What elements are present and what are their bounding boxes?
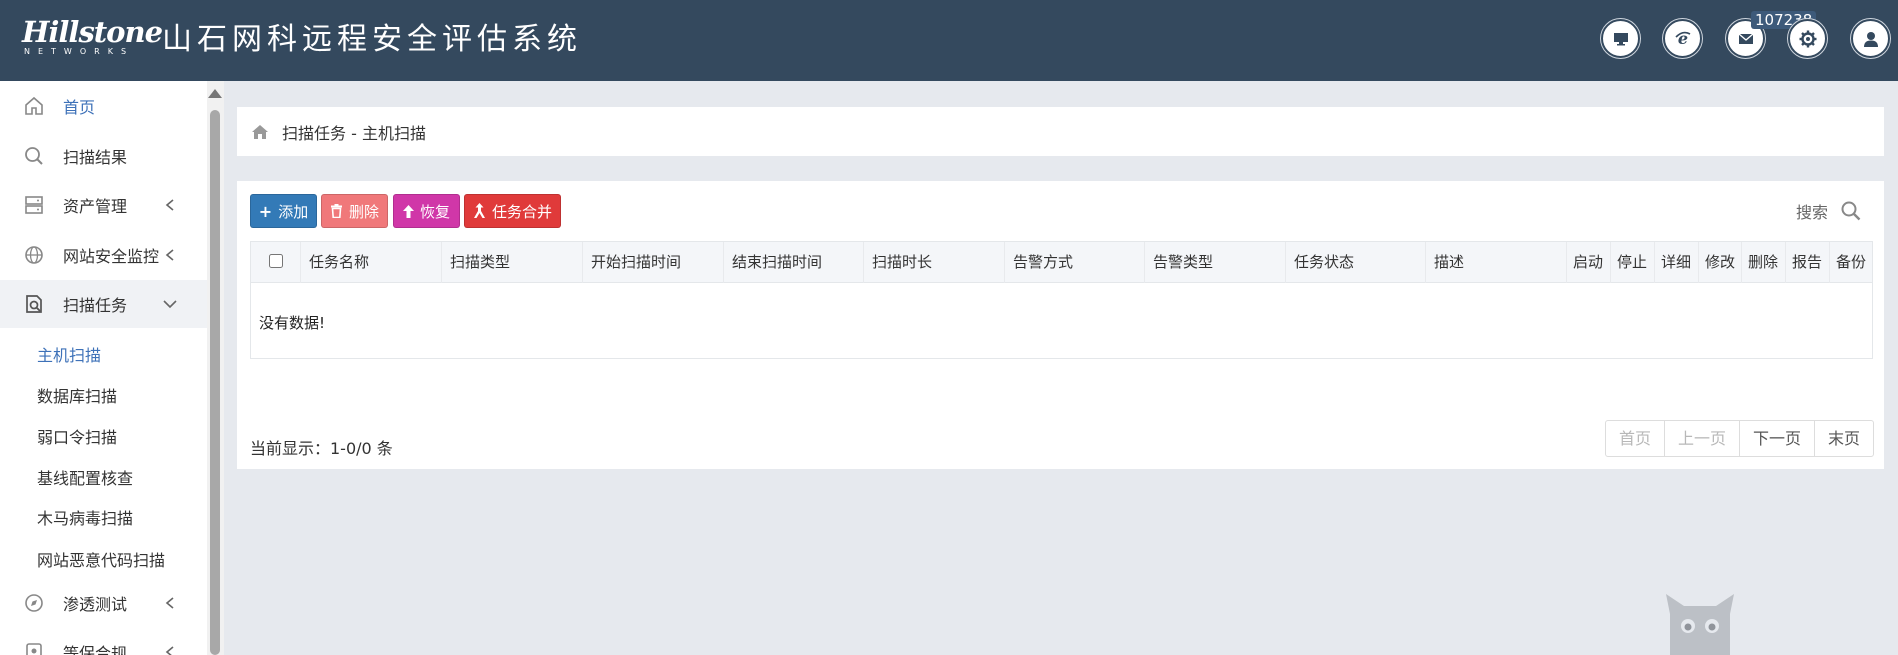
column-header[interactable]: 修改 xyxy=(1698,242,1741,283)
sidebar-subitem-host-scan[interactable]: 主机扫描 xyxy=(37,342,101,366)
cat-watermark-icon xyxy=(1666,594,1734,655)
sidebar-item-label: 网站安全监控 xyxy=(63,247,160,266)
search-label: 搜索 xyxy=(1796,203,1829,222)
sidebar: 首页 扫描结果 资产管理 网站安全监控 扫描任务 主机扫描 数据库扫描 弱口令扫… xyxy=(0,81,207,655)
table-header: 任务名称 扫描类型 开始扫描时间 结束扫描时间 扫描时长 告警方式 告警类型 任… xyxy=(251,242,1872,283)
hillstone-logo[interactable]: Hillstone NETWORKS xyxy=(22,15,163,57)
scroll-up-arrow[interactable] xyxy=(208,89,222,98)
logo-text: Hillstone xyxy=(22,15,163,49)
sidebar-item-scan-tasks[interactable]: 扫描任务 xyxy=(0,280,207,328)
breadcrumb: 扫描任务 - 主机扫描 xyxy=(237,107,1884,156)
sidebar-item-label: 等保合规 xyxy=(63,644,128,655)
column-header[interactable]: 任务状态 xyxy=(1285,242,1425,283)
column-header[interactable]: 删除 xyxy=(1741,242,1785,283)
sidebar-item-label: 扫描结果 xyxy=(63,148,128,167)
arrow-up-icon xyxy=(402,204,414,218)
sidebar-item-label: 首页 xyxy=(63,98,96,117)
sidebar-item-label: 扫描任务 xyxy=(63,296,128,315)
empty-table-message: 没有数据! xyxy=(259,314,326,332)
search-icon[interactable] xyxy=(1840,200,1862,222)
ie-icon[interactable]: e xyxy=(1663,19,1702,58)
column-header[interactable]: 扫描类型 xyxy=(441,242,582,283)
column-header[interactable]: 停止 xyxy=(1610,242,1654,283)
delete-button-label: 删除 xyxy=(348,202,379,221)
app-title: 山石网科远程安全评估系统 xyxy=(162,22,582,57)
column-header[interactable]: 结束扫描时间 xyxy=(723,242,863,283)
user-icon[interactable] xyxy=(1851,19,1890,58)
column-header[interactable]: 描述 xyxy=(1425,242,1566,283)
top-header: Hillstone NETWORKS 山石网科远程安全评估系统 e 107238 xyxy=(0,0,1898,81)
breadcrumb-text: 扫描任务 - 主机扫描 xyxy=(282,123,426,143)
shield-icon xyxy=(22,640,46,655)
column-header[interactable]: 告警类型 xyxy=(1144,242,1285,283)
chevron-left-icon xyxy=(165,646,174,655)
column-header[interactable]: 告警方式 xyxy=(1004,242,1144,283)
sidebar-subitem-trojan-scan[interactable]: 木马病毒扫描 xyxy=(37,505,133,529)
chevron-left-icon xyxy=(165,199,174,211)
chevron-down-icon xyxy=(163,300,177,309)
sidebar-item-asset-management[interactable]: 资产管理 xyxy=(0,181,207,229)
add-button[interactable]: + 添加 xyxy=(250,194,317,228)
select-all-checkbox[interactable] xyxy=(269,254,283,268)
add-button-label: 添加 xyxy=(278,202,309,221)
sidebar-scrollbar-thumb[interactable] xyxy=(210,110,220,655)
restore-button[interactable]: 恢复 xyxy=(393,194,460,228)
column-header[interactable]: 开始扫描时间 xyxy=(582,242,723,283)
merge-icon xyxy=(473,203,485,218)
pagination: 首页 上一页 下一页 末页 xyxy=(1605,420,1875,457)
compass-icon xyxy=(22,591,46,615)
column-header[interactable]: 详细 xyxy=(1654,242,1698,283)
search-icon xyxy=(22,144,46,168)
trash-icon xyxy=(330,204,342,218)
column-header[interactable]: 启动 xyxy=(1566,242,1610,283)
sidebar-item-penetration-test[interactable]: 渗透测试 xyxy=(0,579,207,627)
column-header[interactable]: 报告 xyxy=(1785,242,1829,283)
sidebar-item-compliance[interactable]: 等保合规 xyxy=(0,628,207,655)
next-page-button[interactable]: 下一页 xyxy=(1739,421,1814,456)
globe-icon xyxy=(22,243,46,267)
merge-button-label: 任务合并 xyxy=(491,202,552,221)
first-page-button[interactable]: 首页 xyxy=(1606,421,1664,456)
prev-page-button[interactable]: 上一页 xyxy=(1664,421,1739,456)
sidebar-item-label: 资产管理 xyxy=(63,197,128,216)
sidebar-item-website-monitor[interactable]: 网站安全监控 xyxy=(0,231,207,279)
home-icon xyxy=(22,94,46,118)
chevron-left-icon xyxy=(165,249,174,261)
sidebar-subitem-baseline-check[interactable]: 基线配置核查 xyxy=(37,465,133,489)
monitor-icon[interactable] xyxy=(1601,19,1640,58)
gear-icon[interactable] xyxy=(1788,19,1827,58)
pagination-status: 当前显示：1-0/0 条 xyxy=(250,439,393,458)
plus-icon: + xyxy=(258,201,273,221)
merge-tasks-button[interactable]: 任务合并 xyxy=(464,194,561,228)
tasks-table: 任务名称 扫描类型 开始扫描时间 结束扫描时间 扫描时长 告警方式 告警类型 任… xyxy=(250,241,1873,359)
scan-task-icon xyxy=(22,292,46,316)
column-header[interactable]: 任务名称 xyxy=(300,242,441,283)
search-control[interactable]: 搜索 xyxy=(1796,199,1862,223)
column-header[interactable]: 备份 xyxy=(1829,242,1872,283)
delete-button[interactable]: 删除 xyxy=(321,194,388,228)
sidebar-subitem-database-scan[interactable]: 数据库扫描 xyxy=(37,383,117,407)
column-header[interactable]: 扫描时长 xyxy=(863,242,1004,283)
sidebar-item-home[interactable]: 首页 xyxy=(0,82,207,130)
chevron-left-icon xyxy=(165,597,174,609)
last-page-button[interactable]: 末页 xyxy=(1814,421,1873,456)
sidebar-item-label: 渗透测试 xyxy=(63,595,128,614)
restore-button-label: 恢复 xyxy=(419,202,450,221)
sidebar-item-scan-results[interactable]: 扫描结果 xyxy=(0,132,207,180)
sidebar-subitem-malicious-code-scan[interactable]: 网站恶意代码扫描 xyxy=(37,547,165,571)
server-icon xyxy=(22,193,46,217)
sidebar-subitem-weak-password-scan[interactable]: 弱口令扫描 xyxy=(37,424,117,448)
svg-text:e: e xyxy=(1677,29,1687,48)
home-icon[interactable] xyxy=(250,122,270,142)
